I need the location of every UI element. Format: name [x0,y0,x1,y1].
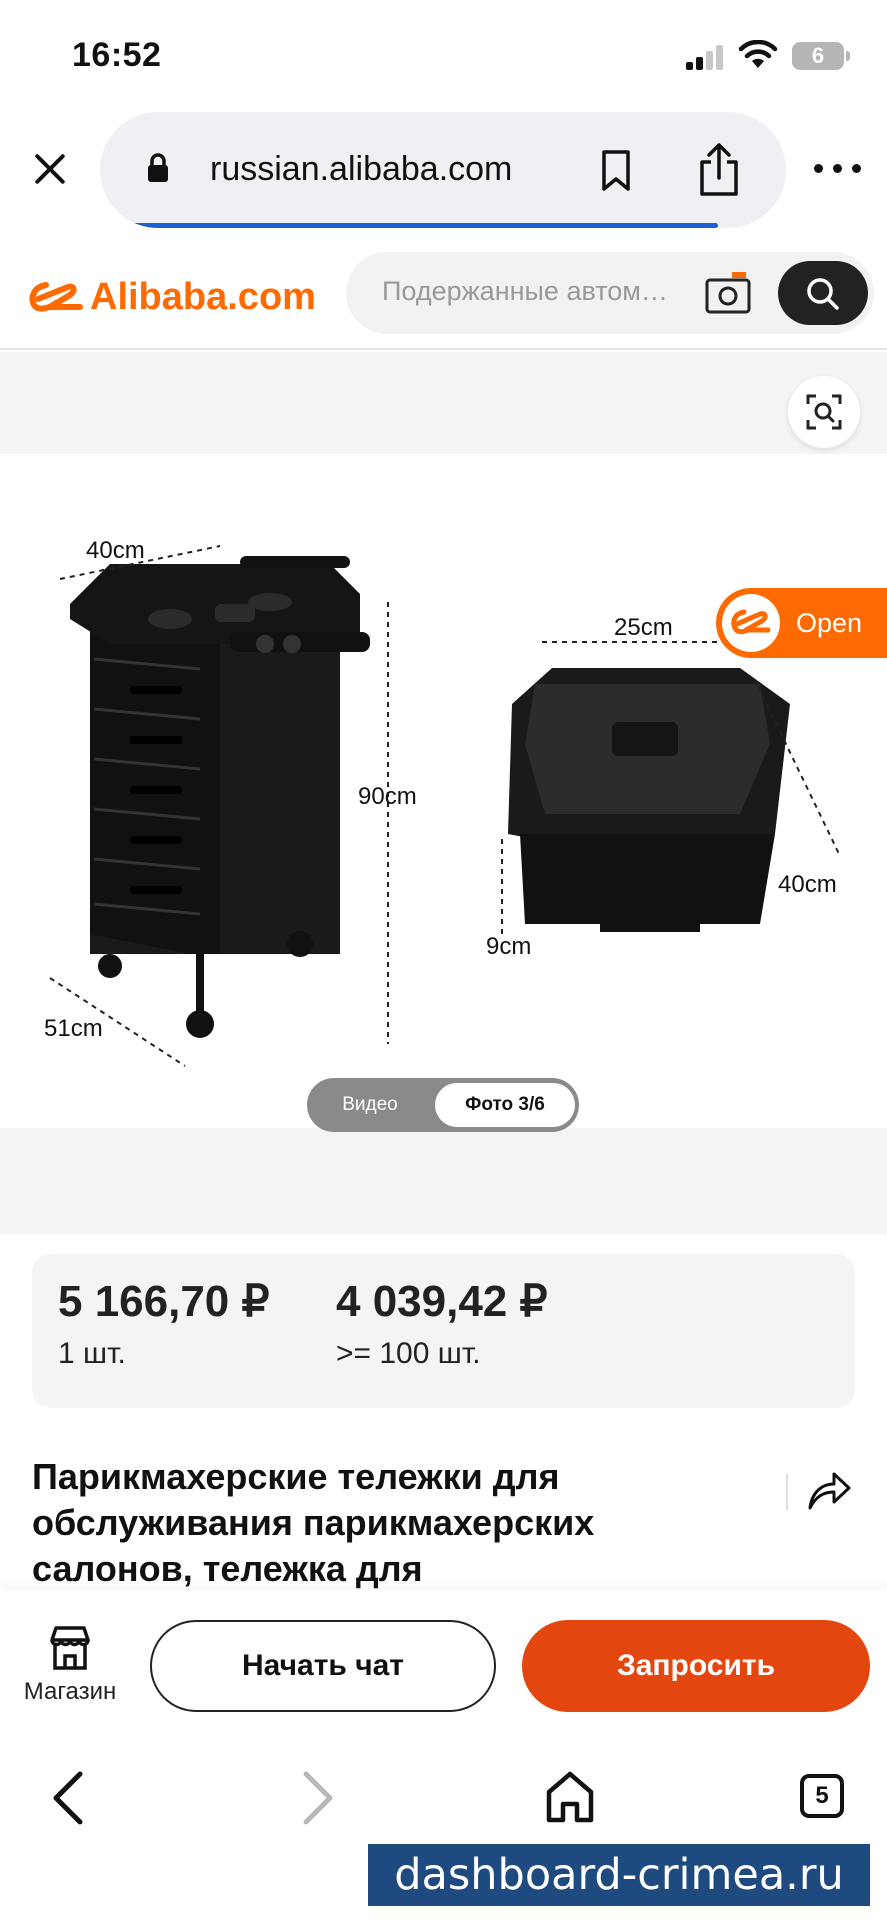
price-quantity: 1 шт. [58,1337,126,1370]
cart-height-label: 90cm [358,783,417,810]
price-tier: 5 166,70 ₽ 1 шт. [58,1276,270,1371]
camera-search-icon[interactable] [704,270,752,316]
price-value: 4 039,42 ₽ [336,1277,548,1326]
site-header: Alibaba.com Подержанные автом… [0,246,887,350]
search-button[interactable] [778,261,868,325]
status-time: 16:52 [72,36,162,74]
price-value: 5 166,70 ₽ [58,1277,270,1326]
gallery-top-band [0,352,887,454]
action-bar: Магазин Начать чат Запросить [0,1590,887,1740]
open-label: Open [796,608,863,638]
status-bar: 16:52 6 [0,0,887,110]
bookmark-icon[interactable] [598,149,634,193]
drawer-depth-label: 40cm [778,871,837,898]
wifi-icon [738,40,778,68]
store-label: Магазин [23,1678,117,1705]
drawer-illustration [508,668,790,932]
url-text: russian.alibaba.com [210,150,513,188]
tabs-count-button[interactable]: 5 [800,1774,844,1818]
more-menu-icon[interactable] [814,160,862,176]
page-load-progress [100,223,718,228]
video-tab[interactable]: Видео [307,1078,433,1132]
product-title: Парикмахерские тележки для обслуживания … [32,1456,595,1589]
logo-text: Alibaba.com [90,275,316,318]
cart-illustration [70,556,370,1038]
search-box[interactable]: Подержанные автом… [346,252,874,334]
cart-depth-label: 51cm [44,1015,103,1042]
watermark: dashboard-crimea.ru [368,1844,870,1906]
price-card: 5 166,70 ₽ 1 шт. 4 039,42 ₽ >= 100 шт. [32,1254,855,1408]
cellular-signal-icon [686,44,726,70]
drawer-height-label: 9cm [486,933,531,960]
gallery-bottom-band [0,1128,887,1234]
product-image[interactable]: 40cm 90cm 51cm 25cm 40cm 9cm [0,454,887,1128]
drawer-width-label: 25cm [614,614,673,641]
price-tier: 4 039,42 ₽ >= 100 шт. [336,1276,548,1371]
alibaba-logo[interactable]: Alibaba.com [28,272,316,322]
alibaba-logo-icon [29,282,83,312]
price-quantity: >= 100 шт. [336,1337,481,1370]
back-arrow-icon[interactable] [44,1766,92,1830]
inquire-button[interactable]: Запросить [522,1620,870,1712]
visual-search-button[interactable] [788,376,860,448]
store-icon [50,1626,90,1670]
forward-arrow-icon[interactable] [294,1766,342,1830]
share-icon[interactable] [696,142,742,198]
search-icon [807,278,839,310]
share-arrow-icon[interactable] [806,1468,852,1512]
home-icon[interactable] [544,1770,596,1824]
product-image-illustration: 40cm 90cm 51cm 25cm 40cm 9cm [44,537,841,1067]
image-search-icon [806,394,842,430]
close-browser-button[interactable] [28,147,72,191]
divider [786,1474,788,1510]
photo-tab[interactable]: Фото 3/6 [435,1083,575,1127]
lock-icon [148,153,168,182]
open-app-badge[interactable]: Open [716,588,887,658]
alibaba-app-icon [722,594,780,652]
url-bar[interactable]: russian.alibaba.com [100,112,786,228]
search-input[interactable]: Подержанные автом… [382,276,702,307]
battery-icon: 6 [792,42,850,70]
start-chat-button[interactable]: Начать чат [150,1620,496,1712]
media-toggle[interactable]: Видео Фото 3/6 [307,1078,579,1132]
cart-width-label: 40cm [86,537,145,564]
store-button[interactable]: Магазин [14,1624,126,1714]
